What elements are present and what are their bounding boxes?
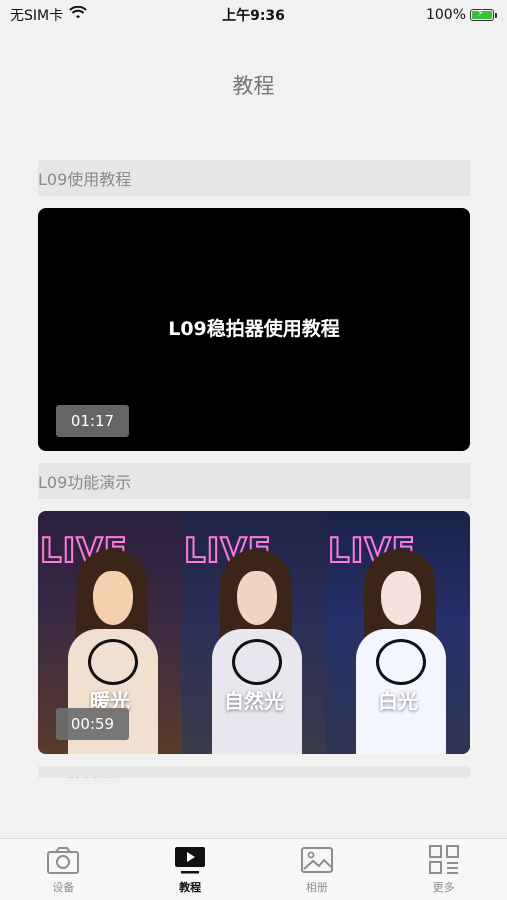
- tutorial-list[interactable]: L09使用教程 L09稳拍器使用教程 01:17 L09功能演示 LIVE 暖光…: [38, 160, 470, 778]
- image-icon: [300, 845, 334, 875]
- tab-device[interactable]: 设备: [18, 845, 108, 895]
- tab-label: 设备: [52, 881, 75, 894]
- battery-icon: [470, 8, 497, 21]
- light-mode-label: 白光: [378, 689, 418, 713]
- video-card-feature-demo[interactable]: LIVE 暖光 LIVE 自然光 LIVE 白光 00:59: [38, 511, 470, 754]
- heart-outline: [88, 639, 138, 685]
- carrier-label: 无SIM卡: [10, 8, 64, 24]
- status-right: 100%: [426, 7, 497, 23]
- demo-panel-natural: LIVE 自然光: [182, 511, 326, 754]
- tab-more[interactable]: 更多: [399, 845, 489, 895]
- person-face: [381, 571, 421, 625]
- light-mode-label: 自然光: [224, 689, 284, 713]
- video-duration: 00:59: [56, 708, 129, 740]
- person-face: [93, 571, 133, 625]
- grid-icon: [427, 845, 461, 875]
- play-icon: [173, 845, 207, 875]
- section-header-demo: L09功能演示: [38, 463, 470, 499]
- video-duration: 01:17: [56, 405, 129, 437]
- video-card-usage-tutorial[interactable]: L09稳拍器使用教程 01:17: [38, 208, 470, 451]
- heart-outline: [232, 639, 282, 685]
- person-face: [237, 571, 277, 625]
- tab-tutorial[interactable]: 教程: [145, 845, 235, 895]
- wifi-icon: [69, 5, 87, 24]
- tab-album[interactable]: 相册: [272, 845, 362, 895]
- section-header-usage: L09使用教程: [38, 160, 470, 196]
- tab-label: 教程: [179, 881, 202, 894]
- demo-panel-white: LIVE 白光: [326, 511, 470, 754]
- status-left: 无SIM卡: [10, 5, 87, 25]
- status-bar: 无SIM卡 上午9:36 100%: [0, 0, 507, 30]
- section-header-buttons: L09按键说明: [38, 766, 470, 778]
- page-title: 教程: [232, 74, 275, 98]
- camera-icon: [46, 845, 80, 875]
- tab-bar: 设备 教程 相册 更多: [0, 838, 507, 900]
- video-title: L09稳拍器使用教程: [168, 318, 340, 340]
- tab-label: 相册: [305, 881, 328, 894]
- heart-outline: [376, 639, 426, 685]
- battery-percent: 100%: [425, 7, 466, 23]
- tab-label: 更多: [432, 881, 455, 894]
